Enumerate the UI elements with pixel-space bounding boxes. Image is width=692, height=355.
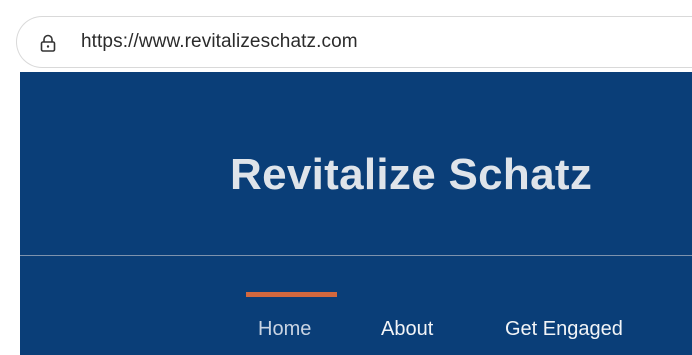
- browser-toolbar: https://www.revitalizeschatz.com: [0, 0, 692, 72]
- site-header: Revitalize Schatz Home About Get Engaged: [20, 72, 692, 355]
- nav-item-about[interactable]: About: [381, 318, 433, 341]
- url-text[interactable]: https://www.revitalizeschatz.com: [81, 31, 358, 53]
- nav-item-home[interactable]: Home: [258, 318, 311, 341]
- active-nav-indicator: [246, 292, 337, 297]
- site-title[interactable]: Revitalize Schatz: [230, 150, 592, 200]
- header-divider: [20, 255, 692, 256]
- lock-icon[interactable]: [38, 33, 58, 53]
- address-bar[interactable]: https://www.revitalizeschatz.com: [16, 16, 692, 68]
- nav-item-get-engaged[interactable]: Get Engaged: [505, 318, 623, 341]
